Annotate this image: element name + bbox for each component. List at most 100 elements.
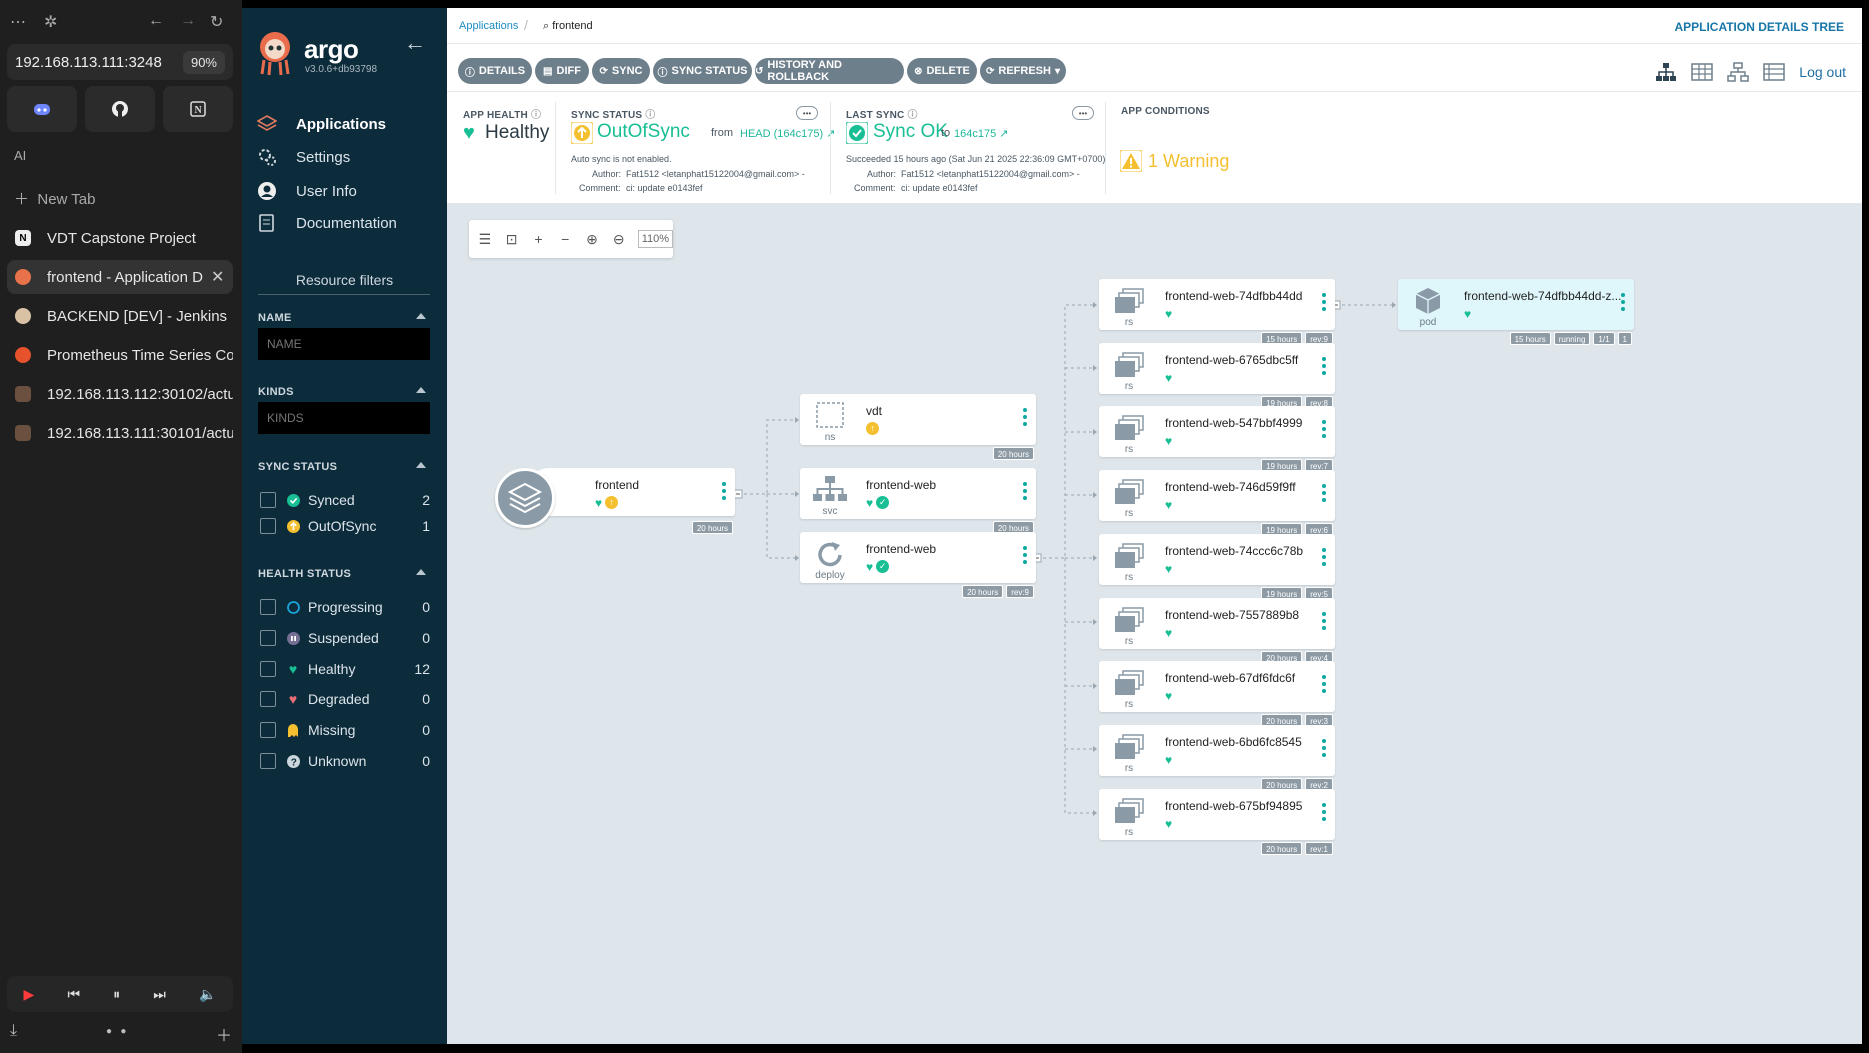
delete-button[interactable]: ⊗ DELETE	[907, 58, 977, 84]
filter-missing[interactable]: Missing 0	[260, 720, 430, 740]
list-view-icon[interactable]	[1763, 62, 1786, 82]
details-button[interactable]: ⓘ DETAILS	[458, 58, 532, 84]
checkbox[interactable]	[260, 492, 276, 508]
logout-link[interactable]: Log out	[1799, 64, 1846, 80]
resource-node-rs[interactable]: rs frontend-web-6bd6fc8545 ♥ 20 hours rev:2	[1099, 724, 1335, 791]
download-icon[interactable]: ⤓	[10, 1022, 17, 1040]
resource-node-deploy-frontend-web[interactable]: deploy frontend-web ♥ ✓ 20 hours rev:9	[800, 532, 1036, 598]
last-sync-revision-link[interactable]: 164c175 ↗	[954, 127, 1009, 140]
node-menu-icon[interactable]	[1322, 675, 1326, 696]
node-menu-icon[interactable]	[1322, 420, 1326, 441]
breadcrumb-applications[interactable]: Applications	[459, 20, 518, 32]
collapse-nav-icon[interactable]: ←	[404, 30, 426, 56]
node-menu-icon[interactable]	[1621, 293, 1625, 314]
next-track-icon[interactable]: ⏭	[153, 986, 166, 1003]
resource-node-rs[interactable]: rs frontend-web-74ccc6c78b ♥ 19 hours rev:5	[1099, 533, 1335, 600]
resource-node-rs[interactable]: rs frontend-web-675bf94895 ♥ 20 hours rev:1	[1099, 788, 1335, 855]
checkbox[interactable]	[260, 518, 276, 534]
zoom-in-icon[interactable]: ⊕	[584, 231, 600, 248]
node-menu-icon[interactable]	[1023, 482, 1027, 503]
address-bar[interactable]: 192.168.113.111:3248 90%	[7, 44, 233, 80]
tab-frontend-application[interactable]: frontend - Application D ✕	[7, 260, 233, 294]
forward-icon[interactable]: →	[180, 12, 196, 30]
kinds-filter-input[interactable]	[258, 402, 430, 434]
expand-icon[interactable]: +	[531, 231, 547, 247]
checkbox[interactable]	[260, 661, 276, 677]
tab-backend-jenkins[interactable]: BACKEND [DEV] - Jenkins	[7, 299, 233, 333]
volume-icon[interactable]: 🔈	[199, 986, 216, 1003]
resource-node-rs[interactable]: rs frontend-web-6765dbc5ff ♥ 19 hours rev:8	[1099, 342, 1335, 409]
resource-tree-canvas[interactable]: ☰ ⊡ + − ⊕ ⊖ 110% frontend ♥ ↑ 20 hours n…	[447, 204, 1862, 1044]
resource-node-svc-frontend-web[interactable]: svc frontend-web ♥ ✓ 20 hours	[800, 468, 1036, 534]
resource-node-rs[interactable]: rs frontend-web-67df6fdc6f ♥ 20 hours rev:3	[1099, 661, 1335, 728]
resource-node-ns-vdt[interactable]: ns vdt ↑ 20 hours	[800, 394, 1036, 460]
tab-prometheus[interactable]: Prometheus Time Series Col	[7, 338, 233, 372]
nav-applications[interactable]: Applications	[256, 111, 386, 137]
filter-outofsync[interactable]: OutOfSync 1	[260, 516, 430, 536]
warning-conditions-link[interactable]: 1 Warning	[1120, 150, 1229, 172]
resource-node-rs[interactable]: rs frontend-web-7557889b8 ♥ 20 hours rev:4	[1099, 597, 1335, 664]
checkbox[interactable]	[260, 722, 276, 738]
pinned-discord[interactable]	[7, 86, 77, 132]
fit-view-icon[interactable]: ⊡	[504, 231, 520, 248]
help-icon[interactable]: ⓘ	[645, 110, 655, 121]
sync-revision-link[interactable]: HEAD (164c175) ↗	[740, 127, 835, 140]
nav-settings[interactable]: Settings	[256, 144, 350, 170]
zoom-level[interactable]: 90%	[182, 50, 225, 74]
reload-icon[interactable]: ↻	[210, 12, 223, 32]
node-menu-icon[interactable]	[1322, 738, 1326, 760]
nav-user-info[interactable]: User Info	[256, 178, 357, 204]
pause-icon[interactable]: ⏸	[113, 986, 120, 1003]
filter-healthy[interactable]: ♥ Healthy 12	[260, 659, 430, 679]
filter-synced[interactable]: Synced 2	[260, 490, 430, 510]
zoom-out-icon[interactable]: ⊖	[611, 231, 627, 248]
tree-view-icon[interactable]	[1655, 62, 1677, 82]
app-node-frontend[interactable]: frontend ♥ ↑ 20 hours	[525, 468, 735, 534]
add-icon[interactable]: ＋	[216, 1022, 232, 1046]
filter-unknown[interactable]: ? Unknown 0	[260, 751, 430, 771]
diff-button[interactable]: ▤ DIFF	[535, 58, 589, 84]
node-menu-icon[interactable]	[1322, 356, 1326, 378]
more-options-icon[interactable]: •••	[796, 106, 818, 120]
pinned-notion[interactable]: N	[163, 86, 233, 132]
pods-view-icon[interactable]	[1691, 62, 1714, 82]
youtube-icon[interactable]: ▶	[24, 986, 35, 1003]
pinned-github[interactable]	[85, 86, 155, 132]
help-icon[interactable]: ⓘ	[531, 110, 541, 121]
network-view-icon[interactable]	[1727, 62, 1750, 82]
more-options-icon[interactable]: •••	[1072, 106, 1094, 120]
resource-node-pod[interactable]: pod frontend-web-74dfbb44dd-z... ♥ 15 ho…	[1398, 279, 1634, 345]
sync-button[interactable]: ⟳ SYNC	[592, 58, 650, 84]
node-menu-icon[interactable]	[1322, 547, 1326, 569]
new-tab-button[interactable]: ＋ New Tab	[14, 188, 95, 209]
align-left-icon[interactable]: ☰	[477, 231, 493, 248]
tab-vdt-capstone[interactable]: N VDT Capstone Project	[7, 221, 233, 255]
tab-actuator-112[interactable]: 192.168.113.112:30102/actu	[7, 377, 233, 411]
nav-documentation[interactable]: Documentation	[256, 210, 397, 236]
collapse-caret-icon[interactable]	[416, 569, 426, 575]
filter-degraded[interactable]: ♥ Degraded 0	[260, 689, 430, 709]
node-menu-icon[interactable]	[722, 482, 726, 503]
checkbox[interactable]	[260, 599, 276, 615]
node-menu-icon[interactable]	[1322, 802, 1326, 824]
extensions-icon[interactable]: ✲	[44, 12, 57, 32]
collapse-caret-icon[interactable]	[416, 462, 426, 468]
tab-actuator-111[interactable]: 192.168.113.111:30101/actu	[7, 416, 233, 450]
address-url[interactable]: 192.168.113.111:3248	[15, 54, 183, 71]
node-menu-icon[interactable]	[1023, 546, 1027, 567]
filter-suspended[interactable]: Suspended 0	[260, 628, 430, 648]
menu-dots-icon[interactable]: ⋯	[10, 12, 26, 32]
resource-node-rs[interactable]: rs frontend-web-746d59f9ff ♥ 19 hours rev:6	[1099, 470, 1335, 537]
back-icon[interactable]: ←	[148, 12, 164, 30]
node-menu-icon[interactable]	[1322, 293, 1326, 314]
collapse-caret-icon[interactable]	[416, 313, 426, 319]
checkbox[interactable]	[260, 691, 276, 707]
name-filter-input[interactable]	[258, 328, 430, 360]
close-tab-icon[interactable]: ✕	[211, 267, 233, 287]
refresh-button[interactable]: ⟳ REFRESH ▾	[980, 58, 1066, 84]
checkbox[interactable]	[260, 630, 276, 646]
collapse-caret-icon[interactable]	[416, 387, 426, 393]
previous-track-icon[interactable]: ⏮	[67, 986, 80, 1003]
checkbox[interactable]	[260, 753, 276, 769]
node-menu-icon[interactable]	[1322, 484, 1326, 505]
